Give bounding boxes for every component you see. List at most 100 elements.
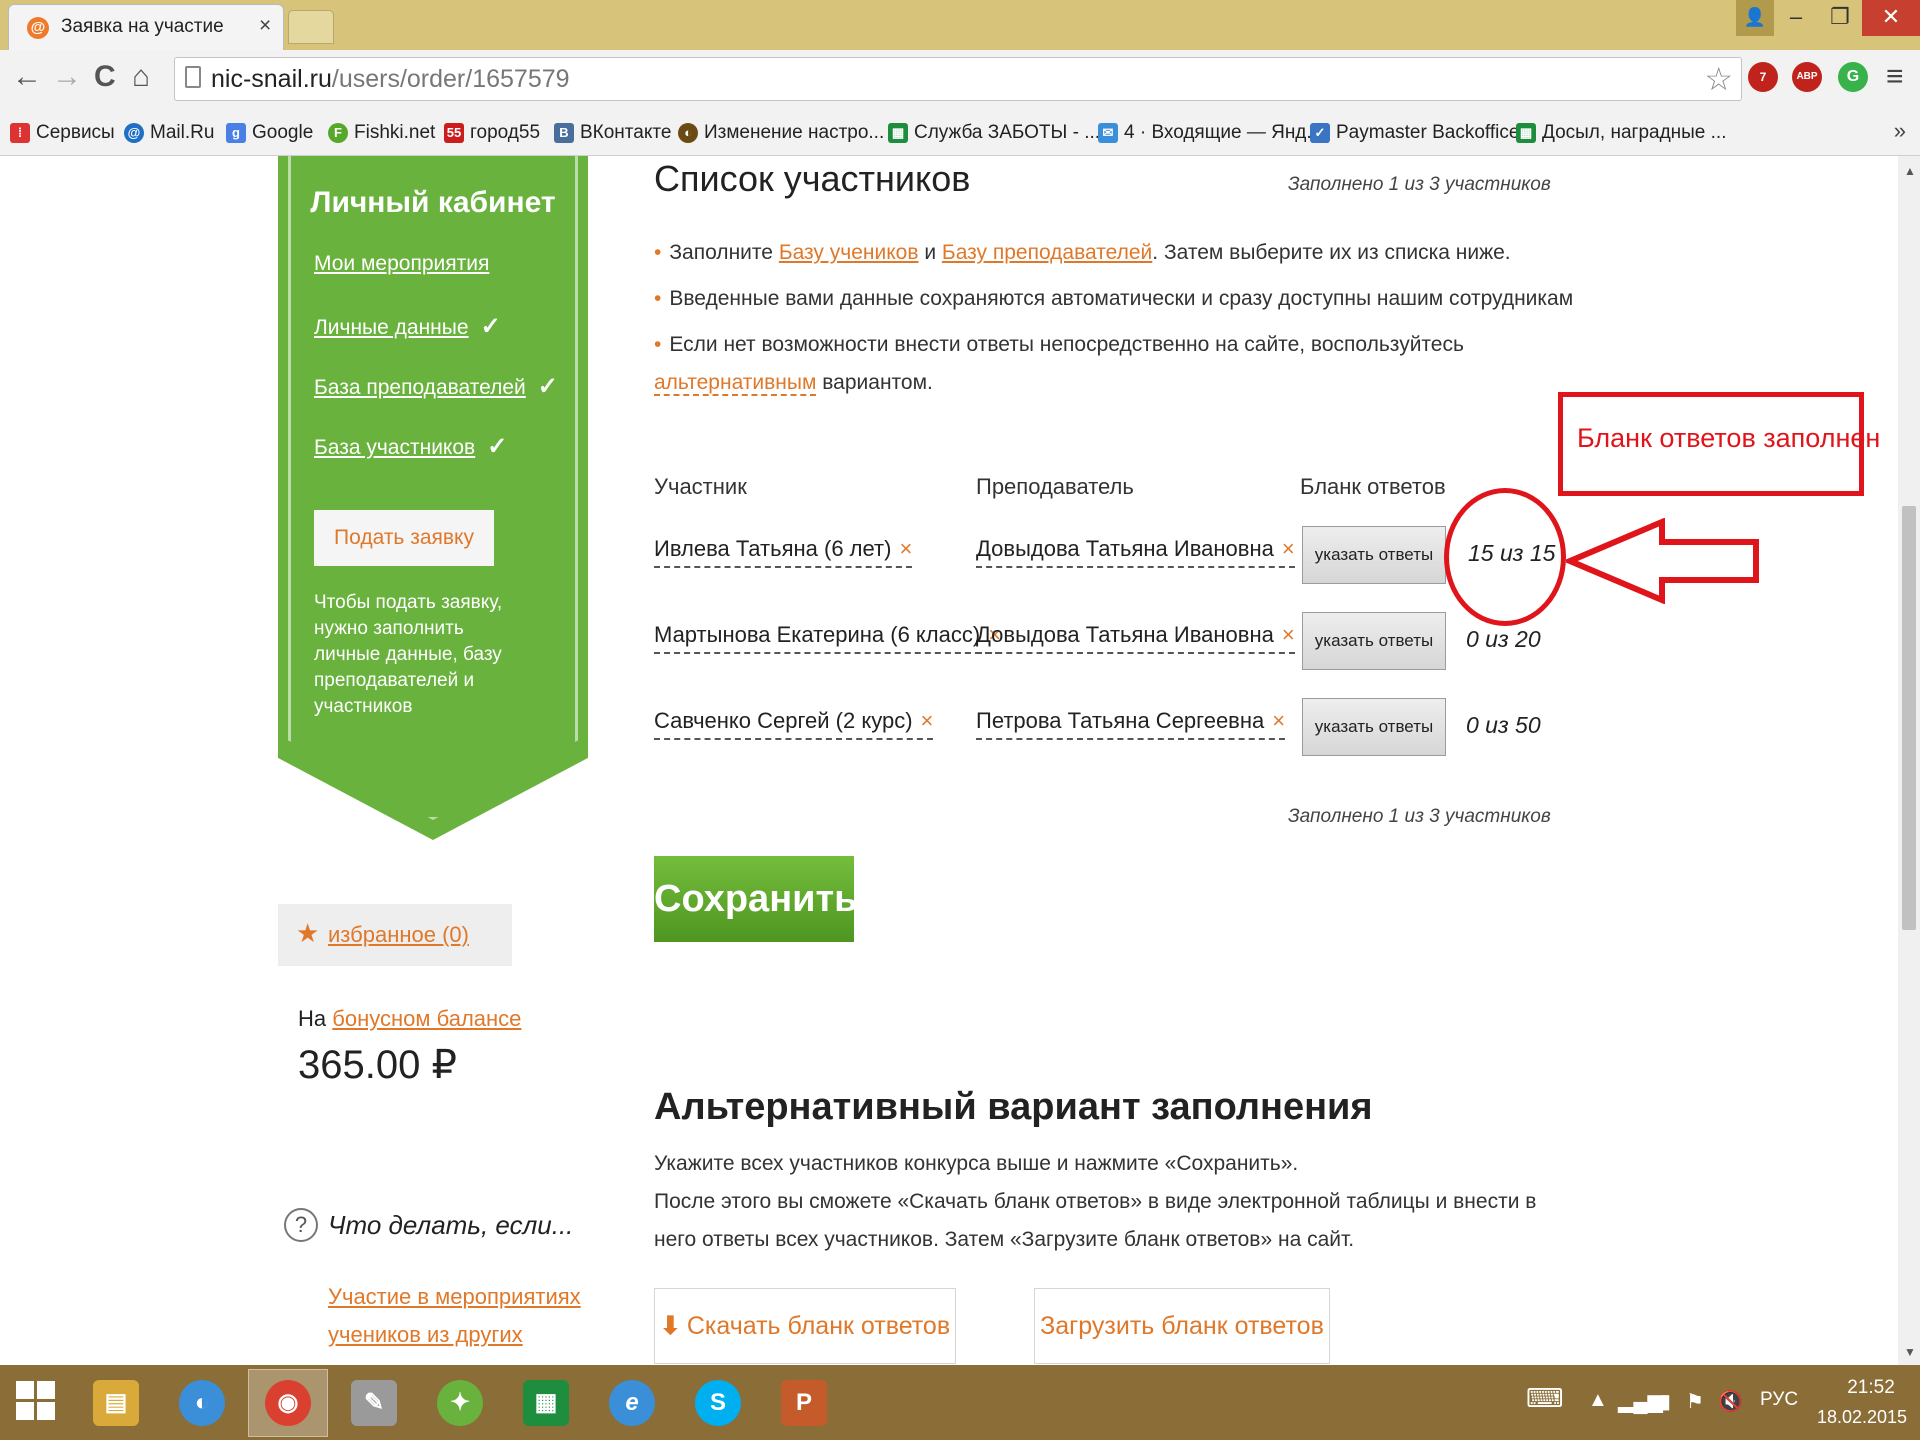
download-arrow-icon: ⬇ (659, 1312, 681, 1340)
students-base-link[interactable]: Базу учеников (779, 241, 919, 264)
filled-count-bottom: Заполнено 1 из 3 участников (1288, 806, 1551, 827)
back-arrow-icon[interactable]: ← (12, 60, 42, 94)
close-window-button[interactable]: ✕ (1862, 0, 1920, 36)
participant-select[interactable]: Мартынова Екатерина (6 класс) × (654, 622, 1002, 654)
tab-close-icon[interactable]: × (259, 14, 271, 38)
extension-adguard-icon[interactable]: 7 (1748, 62, 1778, 92)
sheet-icon: ▦ (888, 123, 908, 143)
sidebar-link-teachers-base[interactable]: База преподавателей ✓ (314, 372, 558, 401)
bookmark-item[interactable]: ◐ Изменение настро... (678, 118, 884, 148)
bookmarks-more-icon[interactable]: » (1894, 118, 1906, 144)
bookmark-item[interactable]: g Google (226, 118, 313, 148)
bookmark-item[interactable]: @ Mail.Ru (124, 118, 214, 148)
enter-answers-button[interactable]: указать ответы (1302, 612, 1446, 670)
taskbar-picasa-icon[interactable]: ◐ (162, 1369, 242, 1437)
user-profile-icon[interactable]: 👤 (1736, 0, 1774, 36)
bookmark-label: Paymaster Backoffice (1336, 122, 1520, 143)
chrome-menu-icon[interactable]: ≡ (1886, 60, 1904, 94)
scrollbar-thumb[interactable] (1902, 506, 1916, 930)
sidebar-link-my-events[interactable]: Мои мероприятия (314, 252, 489, 276)
taskbar-powerpoint-icon[interactable]: P (764, 1369, 844, 1437)
network-signal-icon[interactable]: ▂▄▆ (1618, 1389, 1663, 1414)
teacher-select[interactable]: Петрова Татьяна Сергеевна × (976, 708, 1286, 740)
scroll-down-arrow-icon[interactable]: ▼ (1904, 1345, 1916, 1359)
home-icon[interactable]: ⌂ (132, 60, 150, 94)
download-answers-button[interactable]: ⬇ Скачать бланк ответов (654, 1288, 956, 1364)
bookmark-item[interactable]: 55 город55 (444, 118, 540, 148)
bonus-balance-link[interactable]: бонусном балансе (332, 1006, 521, 1031)
help-link[interactable]: учеников из других (328, 1322, 523, 1348)
taskbar-store-icon[interactable]: ▦ (506, 1369, 586, 1437)
taskbar-explorer-icon[interactable]: ▤ (76, 1369, 156, 1437)
taskbar-ie-icon[interactable]: e (592, 1369, 672, 1437)
bookmark-item[interactable]: ⁞ Сервисы (10, 118, 115, 148)
extension-green-icon[interactable]: G (1838, 62, 1868, 92)
apply-button[interactable]: Подать заявку (314, 510, 494, 566)
bookmark-label: Mail.Ru (150, 122, 215, 143)
reload-icon[interactable]: C (94, 60, 116, 94)
windows-start-icon[interactable] (16, 1381, 56, 1421)
remove-icon[interactable]: × (921, 708, 934, 733)
bookmark-item[interactable]: B ВКонтакте (554, 118, 671, 148)
bullet-dot: • (654, 287, 662, 310)
bookmark-item[interactable]: ▦ Досыл, наградные ... (1516, 118, 1727, 148)
remove-icon[interactable]: × (1272, 708, 1285, 733)
participant-select[interactable]: Ивлева Татьяна (6 лет) × (654, 536, 913, 568)
sidebar-link-label: Личные данные (314, 316, 469, 339)
url-path: /users/order/1657579 (331, 65, 570, 93)
column-header-participant: Участник (654, 474, 747, 499)
check-icon: ✓ (480, 313, 501, 340)
save-button[interactable]: Сохранить (654, 856, 857, 942)
minimize-button[interactable]: – (1774, 0, 1818, 36)
address-bar[interactable]: nic-snail.ru/users/order/1657579 ☆ (174, 57, 1742, 101)
keyboard-icon[interactable]: ⌨ (1526, 1383, 1564, 1414)
teachers-base-link[interactable]: Базу преподавателей (942, 241, 1152, 264)
tab-title: Заявка на участие (61, 16, 224, 37)
remove-icon[interactable]: × (1282, 536, 1295, 561)
teacher-select[interactable]: Довыдова Татьяна Ивановна × (976, 622, 1295, 654)
remove-icon[interactable]: × (899, 536, 912, 561)
enter-answers-button[interactable]: указать ответы (1302, 698, 1446, 756)
bookmark-item[interactable]: ✓ Paymaster Backoffice (1310, 118, 1519, 148)
taskbar-chrome-icon[interactable]: ◉ (248, 1369, 328, 1437)
bookmark-star-icon[interactable]: ☆ (1704, 60, 1733, 98)
enter-answers-button[interactable]: указать ответы (1302, 526, 1446, 584)
new-tab-button[interactable] (288, 10, 334, 44)
clock-date[interactable]: 18.02.2015 (1812, 1407, 1912, 1428)
tab-active[interactable]: @ Заявка на участие × (8, 4, 284, 50)
clock-time[interactable]: 21:52 (1836, 1377, 1906, 1399)
page-scrollbar[interactable]: ▲ ▼ (1898, 156, 1920, 1365)
restore-button[interactable]: ❐ (1818, 0, 1862, 36)
volume-muted-icon[interactable]: 🔇 (1718, 1389, 1743, 1414)
green-app-icon: ✦ (437, 1380, 483, 1426)
bookmark-item[interactable]: ▦ Служба ЗАБОТЫ - ... (888, 118, 1100, 148)
check-icon: ✓ (487, 433, 508, 460)
alternative-link[interactable]: альтернативным (654, 371, 817, 396)
bullet-dot: • (654, 333, 662, 356)
question-icon: ? (284, 1208, 318, 1242)
tray-expand-icon[interactable]: ▲ (1588, 1389, 1608, 1412)
taskbar-document-icon[interactable]: ✎ (334, 1369, 414, 1437)
sidebar-link-personal-data[interactable]: Личные данные ✓ (314, 312, 501, 341)
forward-arrow-icon[interactable]: → (52, 60, 82, 94)
bullet-text: и (924, 241, 937, 264)
teacher-select[interactable]: Довыдова Татьяна Ивановна × (976, 536, 1295, 568)
remove-icon[interactable]: × (1282, 622, 1295, 647)
battery-icon[interactable]: ▮ (1660, 1389, 1671, 1414)
extension-adblock-icon[interactable]: ABP (1792, 62, 1822, 92)
favorites-link[interactable]: избранное (0) (328, 922, 469, 948)
bookmark-item[interactable]: ✉ 4 · Входящие — Янд... (1098, 118, 1322, 148)
flag-icon[interactable]: ⚑ (1686, 1389, 1704, 1414)
instruction-bullet-3: • Если нет возможности внести ответы непо… (654, 326, 1614, 402)
screen: @ Заявка на участие × 👤 – ❐ ✕ ← → C ⌂ ni… (0, 0, 1920, 1440)
language-indicator[interactable]: РУС (1760, 1389, 1798, 1411)
upload-answers-button[interactable]: Загрузить бланк ответов (1034, 1288, 1330, 1364)
participant-select[interactable]: Савченко Сергей (2 курс) × (654, 708, 934, 740)
help-link[interactable]: Участие в мероприятиях (328, 1284, 581, 1310)
taskbar-green-app-icon[interactable]: ✦ (420, 1369, 500, 1437)
taskbar-skype-icon[interactable]: S (678, 1369, 758, 1437)
sidebar-link-participants-base[interactable]: База участников ✓ (314, 432, 507, 461)
bookmark-item[interactable]: F Fishki.net (328, 118, 435, 148)
scroll-up-arrow-icon[interactable]: ▲ (1904, 164, 1916, 178)
window-controls: 👤 – ❐ ✕ (1736, 0, 1920, 36)
